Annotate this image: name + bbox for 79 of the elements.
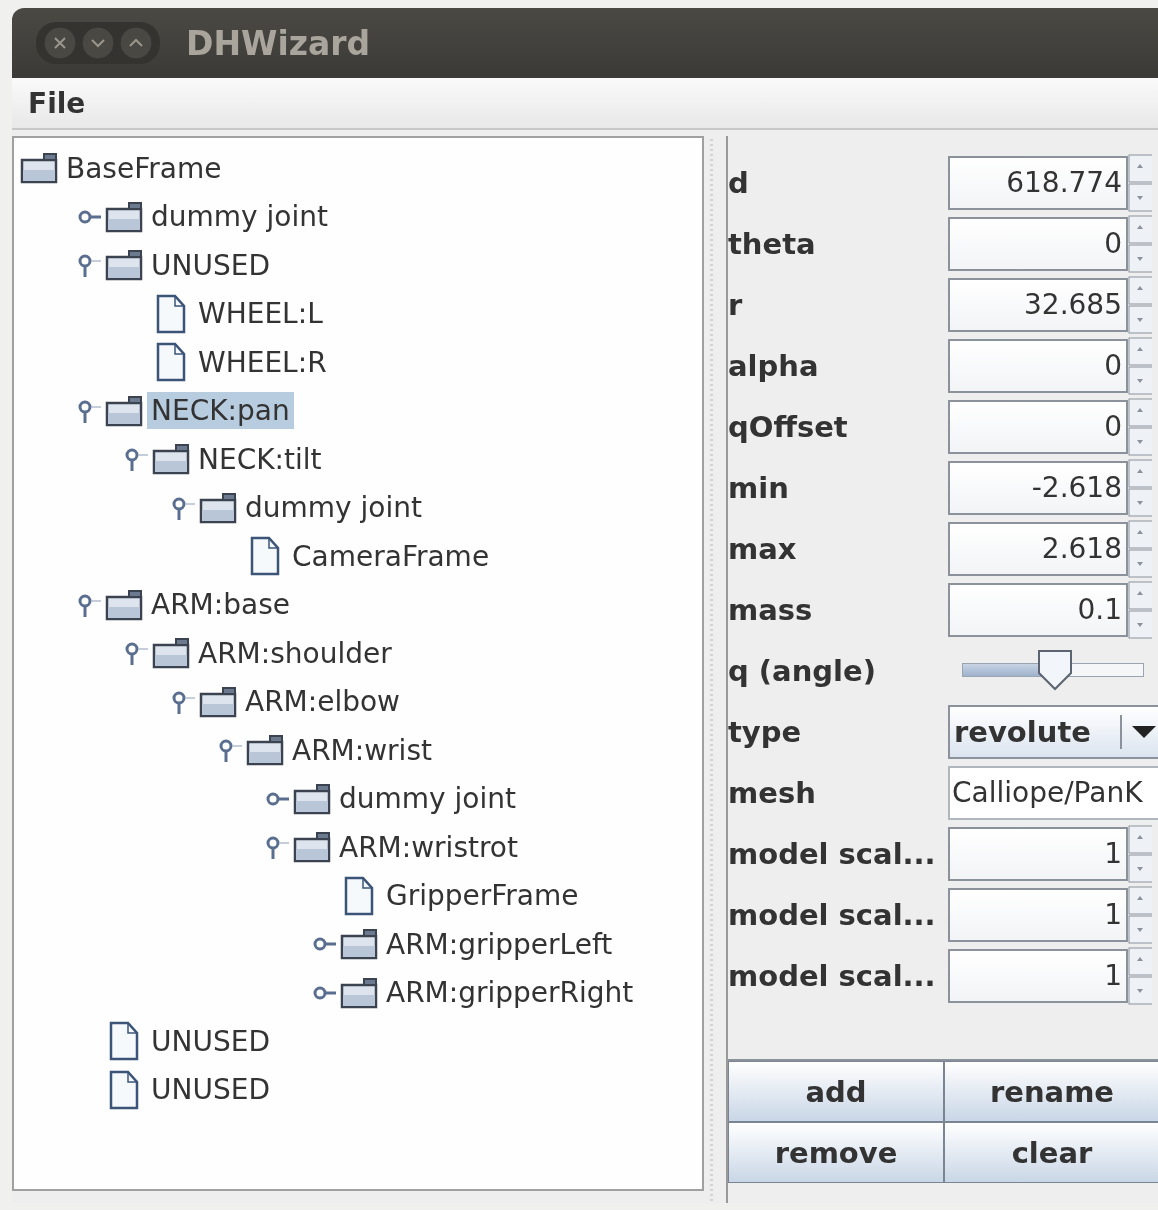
tree-node-label[interactable]: NECK:tilt [194,440,326,478]
folder-icon [293,782,331,815]
property-label: model scal... [728,897,937,932]
number-field[interactable]: 2.618 [948,521,1128,576]
menu-item[interactable]: File [28,86,86,120]
tree-node-label[interactable]: ARM:base [147,586,294,624]
document-icon [344,875,374,916]
number-field[interactable]: 0 [948,216,1128,271]
tree-node-label[interactable]: ARM:gripperRight [382,974,638,1012]
property-label: mesh [728,775,817,810]
maximize-icon[interactable] [118,25,154,61]
folder-icon [105,588,143,621]
tree-node-label[interactable]: WHEEL:R [194,343,331,381]
folder-icon [340,976,378,1009]
property-label: d [728,165,750,200]
property-label: r [728,287,744,322]
close-icon[interactable] [42,25,78,61]
tree-node-label[interactable]: UNUSED [147,246,274,284]
property-label: max [728,531,798,566]
property-label: theta [728,226,817,261]
document-icon [109,1069,139,1110]
slider-thumb[interactable] [1036,648,1073,691]
tree-node-label[interactable]: GripperFrame [382,877,583,915]
tree-node-label[interactable]: ARM:elbow [241,683,404,721]
number-field[interactable]: 1 [948,826,1128,881]
folder-icon [105,394,143,427]
action-button[interactable]: clear [944,1122,1158,1183]
property-label: type [728,714,803,749]
property-label: qOffset [728,409,849,444]
folder-icon [199,685,237,718]
document-icon [156,342,186,383]
property-label: min [728,470,790,505]
folder-icon [340,928,378,961]
tree-node-label[interactable]: ARM:shoulder [194,634,396,672]
folder-icon [20,152,58,185]
number-field[interactable]: 618.774 [948,155,1128,210]
tree-node-label[interactable]: ARM:wristrot [335,828,522,866]
tree-node-label[interactable]: ARM:gripperLeft [382,925,617,963]
document-icon [109,1021,139,1062]
document-icon [250,536,280,577]
property-label: alpha [728,348,820,383]
tree-node-label[interactable]: CameraFrame [288,537,494,575]
folder-icon [152,443,190,476]
action-button[interactable]: remove [728,1122,944,1183]
tree-node-label[interactable]: BaseFrame [62,149,226,187]
caret-icon [1132,723,1156,740]
tree-node-label[interactable]: dummy joint [147,198,332,236]
window-title: DHWizard [186,23,371,63]
number-field[interactable]: -2.618 [948,460,1128,515]
number-field[interactable]: 0 [948,338,1128,393]
folder-icon [152,637,190,670]
action-button[interactable]: rename [944,1061,1158,1122]
number-field[interactable]: 0 [948,399,1128,454]
tree-node-label[interactable]: dummy joint [335,780,520,818]
tree-node-label[interactable]: NECK:pan [147,392,294,430]
document-icon [156,293,186,334]
number-field[interactable]: 0.1 [948,582,1128,637]
number-field[interactable]: 1 [948,948,1128,1003]
tree-node-label[interactable]: WHEEL:L [194,295,327,333]
number-field[interactable]: 1 [948,887,1128,942]
property-label: model scal... [728,958,937,993]
action-button[interactable]: add [728,1061,944,1122]
folder-icon [105,200,143,233]
number-field[interactable]: 32.685 [948,277,1128,332]
tree-node-label[interactable]: ARM:wrist [288,731,436,769]
folder-icon [105,249,143,282]
angle-slider[interactable] [962,648,1144,693]
property-label: model scal... [728,836,937,871]
tree-node-label[interactable]: dummy joint [241,489,426,527]
folder-icon [246,734,284,767]
folder-icon [293,831,331,864]
minimize-icon[interactable] [80,25,116,61]
property-label: mass [728,592,814,627]
tree-node-label[interactable]: UNUSED [147,1022,274,1060]
property-label: q (angle) [728,653,877,688]
folder-icon [199,491,237,524]
type-dropdown[interactable]: revolute [948,704,1158,759]
tree-node-label[interactable]: UNUSED [147,1071,274,1109]
mesh-field[interactable]: Calliope/PanK [948,765,1158,820]
